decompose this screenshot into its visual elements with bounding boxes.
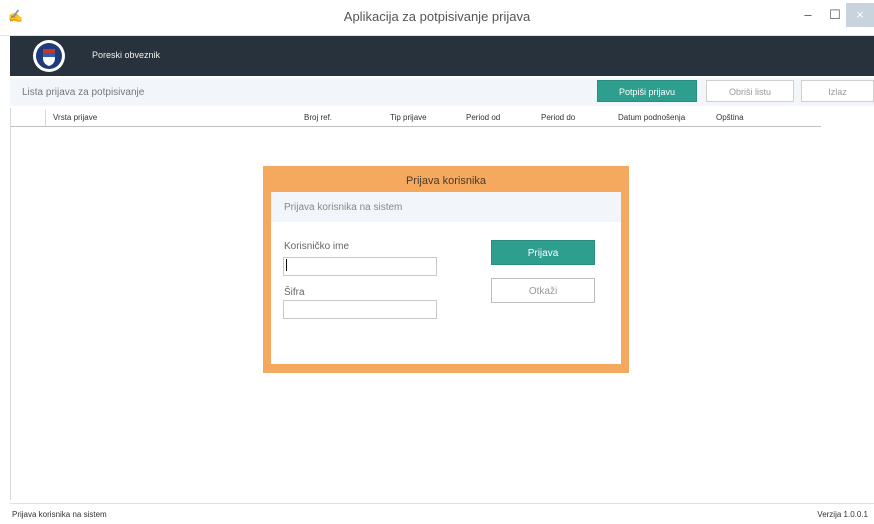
sign-button[interactable]: Potpiši prijavu — [597, 80, 697, 102]
dialog-body: Prijava korisnika na sistem Korisničko i… — [271, 192, 621, 364]
column-header-kind[interactable]: Tip prijave — [390, 113, 427, 122]
username-label: Korisničko ime — [284, 241, 350, 252]
text-caret — [286, 259, 287, 271]
password-label: Šifra — [284, 287, 305, 298]
column-header-ref[interactable]: Broj ref. — [304, 113, 332, 122]
close-button[interactable]: × — [846, 3, 874, 27]
organization-name: Poreski obveznik — [92, 50, 161, 60]
cancel-button[interactable]: Otkaži — [491, 278, 595, 303]
grid-header: Vrsta prijave Broj ref. Tip prijave Peri… — [11, 110, 821, 127]
column-header-period-from[interactable]: Period od — [466, 113, 500, 122]
exit-button[interactable]: Izlaz — [801, 80, 874, 102]
password-input[interactable] — [283, 300, 437, 319]
username-input[interactable] — [283, 257, 437, 276]
column-header-type[interactable]: Vrsta prijave — [53, 113, 97, 122]
clear-list-button[interactable]: Obriši listu — [706, 80, 794, 102]
column-header-period-to[interactable]: Period do — [541, 113, 575, 122]
login-button[interactable]: Prijava — [491, 240, 595, 265]
version-label: Verzija 1.0.0.1 — [817, 510, 868, 519]
dialog-subtitle: Prijava korisnika na sistem — [284, 202, 403, 213]
dialog-title: Prijava korisnika — [405, 175, 487, 187]
coat-of-arms-icon — [33, 40, 65, 72]
status-bar: Prijava korisnika na sistem Verzija 1.0.… — [10, 503, 874, 524]
column-header-municipality[interactable]: Opština — [716, 113, 744, 122]
list-title: Lista prijava za potpisivanje — [22, 87, 145, 98]
dialog-subtitle-bar: Prijava korisnika na sistem — [271, 192, 621, 222]
column-header-date[interactable]: Datum podnošenja — [618, 113, 685, 122]
window-titlebar: ✍ Aplikacija za potpisivanje prijava – ☐… — [0, 0, 874, 36]
minimize-button[interactable]: – — [795, 3, 821, 27]
header-banner: Poreski obveznik — [10, 36, 874, 76]
maximize-button[interactable]: ☐ — [822, 3, 848, 27]
login-dialog: Prijava korisnika Prijava korisnika na s… — [263, 166, 629, 373]
row-selector-header[interactable] — [11, 110, 46, 126]
window-title: Aplikacija za potpisivanje prijava — [343, 9, 531, 24]
status-text: Prijava korisnika na sistem — [12, 510, 107, 519]
